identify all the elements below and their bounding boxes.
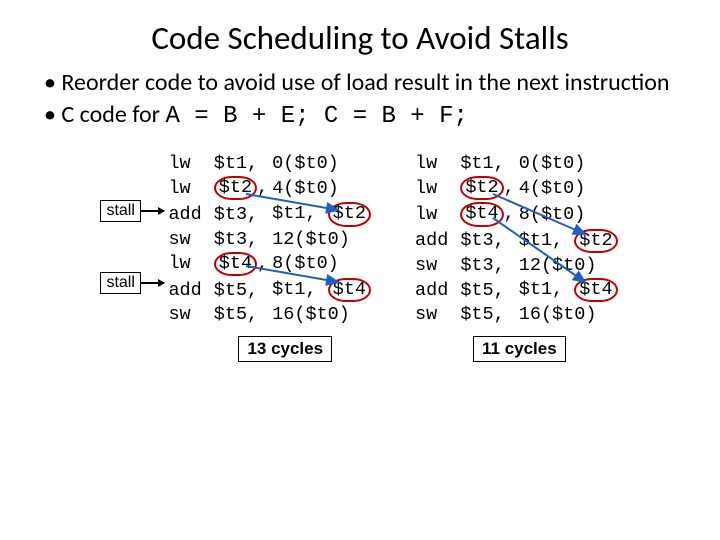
arg-1: $t5,: [212, 303, 270, 326]
arg-1: $t5,: [458, 303, 516, 326]
code-row: add$t5,$t1, $t4: [413, 277, 620, 303]
stall-label-1: stall: [100, 200, 140, 222]
arg-2: 16($t0): [270, 303, 373, 326]
arg-2: $t1, $t2: [517, 228, 620, 254]
arg-1: $t1,: [458, 152, 516, 175]
opcode: lw: [166, 175, 211, 201]
opcode: add: [166, 201, 211, 227]
opcode: sw: [413, 254, 458, 277]
opcode: add: [413, 277, 458, 303]
code-row: sw$t5,16($t0): [166, 303, 373, 326]
opcode: sw: [413, 303, 458, 326]
stall-arrow-1: [140, 210, 164, 212]
arg-1: $t3,: [212, 228, 270, 251]
code-row: lw$t4,8($t0): [413, 201, 620, 227]
stall-annotations: stall stall: [100, 152, 166, 156]
arg-1: $t4,: [458, 201, 516, 227]
opcode: lw: [413, 152, 458, 175]
code-right: lw$t1,0($t0)lw$t2,4($t0)lw$t4,8($t0)add$…: [413, 152, 620, 326]
right-column: lw$t1,0($t0)lw$t2,4($t0)lw$t4,8($t0)add$…: [413, 152, 620, 362]
opcode: add: [166, 277, 211, 303]
bullet-2-code: A = B + E; C = B + F;: [165, 103, 467, 130]
code-row: lw$t1,0($t0): [166, 152, 373, 175]
code-row: lw$t4,8($t0): [166, 251, 373, 277]
opcode: lw: [413, 201, 458, 227]
arg-2: $t1, $t4: [270, 277, 373, 303]
arg-2: 12($t0): [517, 254, 620, 277]
arg-1: $t4,: [212, 251, 270, 277]
code-row: sw$t3,12($t0): [166, 228, 373, 251]
code-row: add$t5,$t1, $t4: [166, 277, 373, 303]
bullet-2-prefix: C code for: [61, 100, 165, 129]
arg-2: 12($t0): [270, 228, 373, 251]
arg-1: $t5,: [458, 277, 516, 303]
arg-2: 0($t0): [270, 152, 373, 175]
arg-2: $t1, $t4: [517, 277, 620, 303]
arg-2: $t1, $t2: [270, 201, 373, 227]
code-row: lw$t2,4($t0): [166, 175, 373, 201]
arg-1: $t3,: [212, 201, 270, 227]
arg-2: 8($t0): [270, 251, 373, 277]
opcode: sw: [166, 228, 211, 251]
arg-1: $t5,: [212, 277, 270, 303]
code-left: lw$t1,0($t0)lw$t2,4($t0)add$t3,$t1, $t2s…: [166, 152, 373, 326]
opcode: add: [413, 228, 458, 254]
bullet-2: C code for A = B + E; C = B + F;: [44, 100, 684, 132]
bullet-list: Reorder code to avoid use of load result…: [44, 68, 684, 132]
arg-1: $t2,: [458, 175, 516, 201]
arg-1: $t2,: [212, 175, 270, 201]
cycles-left: 13 cycles: [238, 336, 332, 362]
left-column: stall stall lw$t1,0($t0)lw$t2,4($t0)add$…: [100, 152, 373, 362]
stall-label-2: stall: [100, 272, 140, 294]
arg-1: $t3,: [458, 254, 516, 277]
opcode: lw: [413, 175, 458, 201]
code-row: lw$t1,0($t0): [413, 152, 620, 175]
arg-2: 4($t0): [270, 175, 373, 201]
arg-2: 8($t0): [517, 201, 620, 227]
opcode: lw: [166, 251, 211, 277]
opcode: lw: [166, 152, 211, 175]
slide-title: Code Scheduling to Avoid Stalls: [36, 18, 684, 58]
cycles-right: 11 cycles: [473, 336, 566, 362]
opcode: sw: [166, 303, 211, 326]
arg-2: 0($t0): [517, 152, 620, 175]
arg-2: 4($t0): [517, 175, 620, 201]
stall-arrow-2: [140, 282, 164, 284]
code-row: add$t3,$t1, $t2: [413, 228, 620, 254]
code-row: sw$t3,12($t0): [413, 254, 620, 277]
bullet-1: Reorder code to avoid use of load result…: [44, 68, 684, 98]
code-row: lw$t2,4($t0): [413, 175, 620, 201]
arg-1: $t1,: [212, 152, 270, 175]
arg-1: $t3,: [458, 228, 516, 254]
arg-2: 16($t0): [517, 303, 620, 326]
code-row: add$t3,$t1, $t2: [166, 201, 373, 227]
code-row: sw$t5,16($t0): [413, 303, 620, 326]
